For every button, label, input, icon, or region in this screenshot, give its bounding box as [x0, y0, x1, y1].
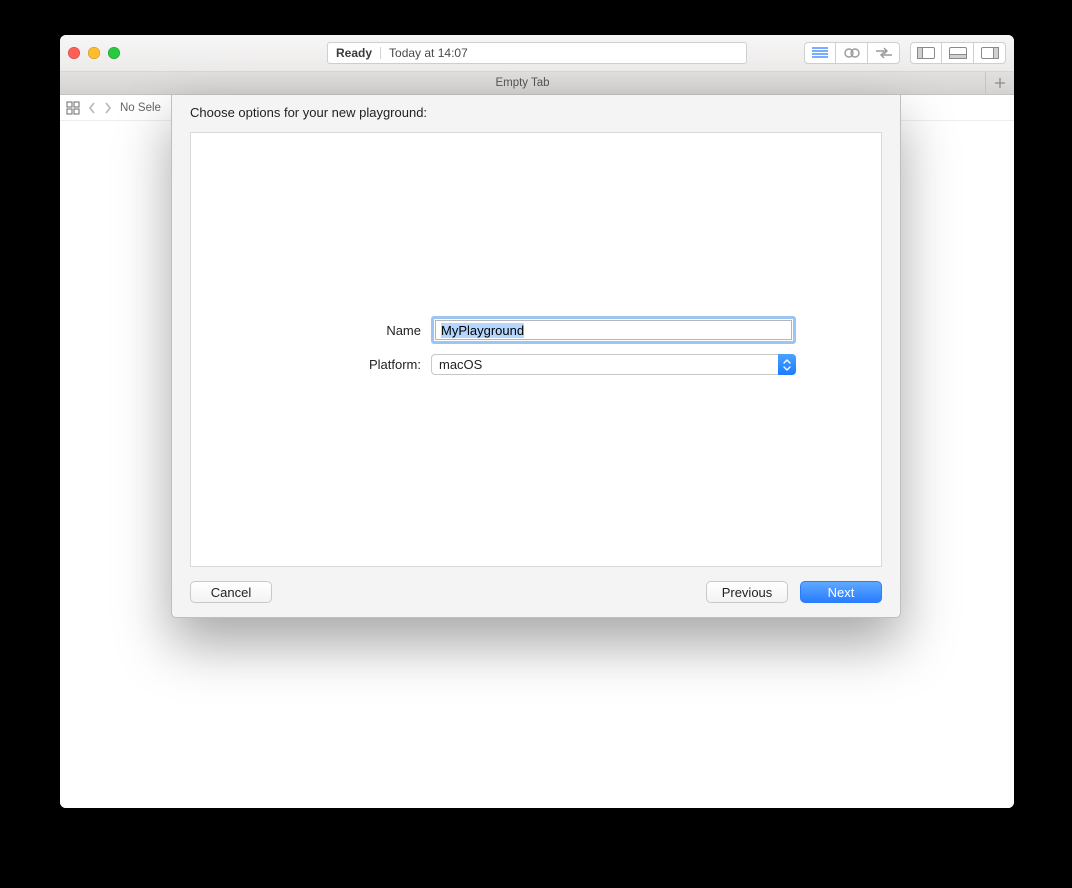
playground-options-form: Name Platform: macOS: [256, 316, 816, 375]
new-tab-button[interactable]: [986, 72, 1014, 94]
window-controls: [68, 47, 120, 59]
previous-button[interactable]: Previous: [706, 581, 788, 603]
activity-status: Ready Today at 14:07: [327, 42, 747, 64]
lines-icon: [812, 47, 828, 59]
arrows-icon: [875, 47, 893, 59]
toggle-left-panel-button[interactable]: [910, 42, 942, 64]
zoom-window-button[interactable]: [108, 47, 120, 59]
related-items-button[interactable]: [66, 101, 80, 115]
minimize-window-button[interactable]: [88, 47, 100, 59]
name-label: Name: [256, 323, 431, 338]
sheet-title: Choose options for your new playground:: [172, 95, 900, 132]
panel-bottom-icon: [949, 47, 967, 59]
cancel-button[interactable]: Cancel: [190, 581, 272, 603]
titlebar: Ready Today at 14:07: [60, 35, 1014, 72]
assistant-editor-button[interactable]: [836, 42, 868, 64]
close-window-button[interactable]: [68, 47, 80, 59]
toggle-bottom-panel-button[interactable]: [942, 42, 974, 64]
jumpbar-back-button[interactable]: [88, 102, 96, 114]
grid-icon: [66, 101, 80, 115]
tab-empty[interactable]: Empty Tab: [60, 72, 986, 94]
chevron-right-icon: [104, 102, 112, 114]
chevron-left-icon: [88, 102, 96, 114]
jumpbar-crumb[interactable]: No Sele: [120, 102, 161, 114]
standard-editor-button[interactable]: [804, 42, 836, 64]
panel-right-icon: [981, 47, 999, 59]
new-playground-sheet: Choose options for your new playground: …: [171, 95, 901, 618]
version-editor-button[interactable]: [868, 42, 900, 64]
name-input[interactable]: [435, 320, 792, 340]
platform-select[interactable]: macOS: [431, 354, 796, 375]
panel-left-icon: [917, 47, 935, 59]
plus-icon: [994, 77, 1006, 89]
status-time-label: Today at 14:07: [389, 46, 468, 60]
status-separator: [380, 47, 381, 59]
toolbar-right-group: [804, 42, 1006, 64]
next-button[interactable]: Next: [800, 581, 882, 603]
editor-mode-segment: [804, 42, 900, 64]
tab-label: Empty Tab: [495, 77, 549, 89]
platform-select-value: macOS: [431, 354, 796, 375]
name-field-focus-ring: [431, 316, 796, 344]
sheet-footer: Cancel Previous Next: [172, 567, 900, 617]
sheet-body: Name Platform: macOS: [190, 132, 882, 567]
platform-label: Platform:: [256, 357, 431, 372]
panel-visibility-segment: [910, 42, 1006, 64]
tab-bar: Empty Tab: [60, 72, 1014, 95]
updown-chevrons-icon: [783, 359, 791, 371]
jumpbar-forward-button[interactable]: [104, 102, 112, 114]
select-stepper: [778, 354, 796, 375]
status-ready-label: Ready: [336, 46, 372, 60]
toggle-right-panel-button[interactable]: [974, 42, 1006, 64]
rings-icon: [843, 47, 861, 59]
